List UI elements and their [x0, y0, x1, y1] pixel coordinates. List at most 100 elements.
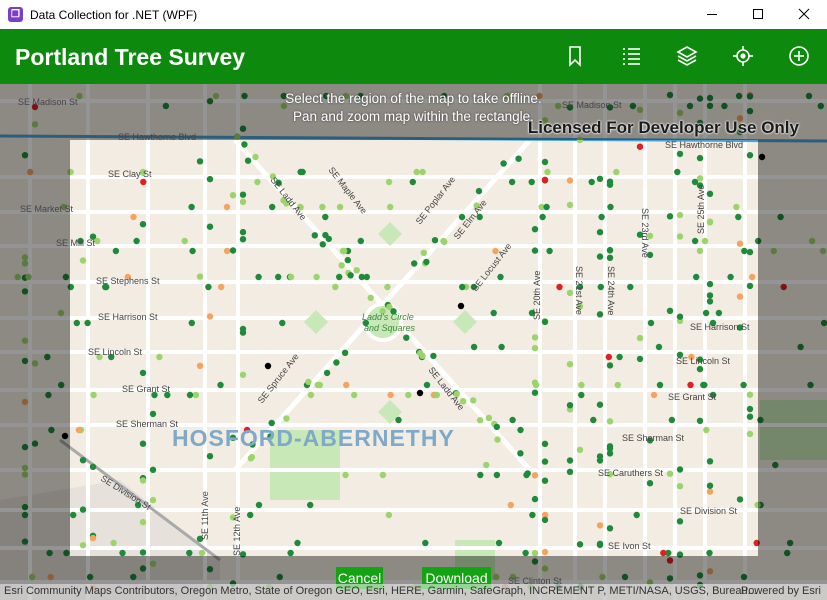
- tree-point[interactable]: [706, 280, 714, 288]
- tree-point[interactable]: [430, 352, 437, 360]
- tree-point[interactable]: [357, 237, 364, 245]
- tree-point[interactable]: [405, 391, 412, 399]
- tree-point[interactable]: [196, 273, 204, 280]
- tree-point[interactable]: [596, 540, 604, 547]
- tree-point[interactable]: [676, 466, 684, 473]
- tree-point[interactable]: [332, 283, 339, 291]
- tree-point[interactable]: [477, 471, 484, 479]
- map-canvas[interactable]: SE Madison St SE Madison St SE Hawthorne…: [0, 84, 827, 600]
- tree-point[interactable]: [255, 501, 263, 509]
- tree-point[interactable]: [379, 471, 387, 479]
- tree-point[interactable]: [247, 455, 254, 462]
- tree-point[interactable]: [79, 542, 87, 549]
- tree-point[interactable]: [736, 496, 744, 503]
- tree-point[interactable]: [90, 391, 97, 399]
- tree-point[interactable]: [495, 539, 503, 547]
- tree-point[interactable]: [522, 549, 529, 557]
- tree-point[interactable]: [666, 470, 674, 477]
- tree-point[interactable]: [588, 178, 595, 186]
- tree-point[interactable]: [746, 248, 754, 256]
- tree-point[interactable]: [596, 175, 604, 182]
- tree-point[interactable]: [605, 353, 612, 361]
- tree-point[interactable]: [509, 416, 516, 424]
- tree-point[interactable]: [363, 273, 370, 281]
- tree-point[interactable]: [746, 413, 754, 420]
- tree-point[interactable]: [500, 160, 507, 167]
- tree-point[interactable]: [403, 334, 410, 341]
- tree-point[interactable]: [627, 283, 634, 291]
- tree-point[interactable]: [636, 355, 644, 363]
- tree-point[interactable]: [676, 518, 684, 525]
- tree-point[interactable]: [749, 273, 756, 281]
- tree-point[interactable]: [647, 319, 655, 327]
- tree-point[interactable]: [674, 168, 681, 176]
- tree-point[interactable]: [206, 313, 214, 320]
- tree-point[interactable]: [706, 298, 714, 305]
- tree-point[interactable]: [387, 203, 394, 211]
- tree-point[interactable]: [541, 158, 549, 166]
- tree-point[interactable]: [691, 178, 699, 186]
- tree-point[interactable]: [347, 272, 354, 279]
- tree-point[interactable]: [420, 249, 427, 256]
- add-button[interactable]: [784, 41, 814, 71]
- tree-point[interactable]: [541, 458, 549, 465]
- tree-point[interactable]: [416, 389, 424, 397]
- tree-point[interactable]: [706, 190, 714, 197]
- tree-point[interactable]: [544, 168, 551, 176]
- tree-point[interactable]: [73, 319, 81, 327]
- tree-point[interactable]: [515, 155, 522, 162]
- tree-point[interactable]: [149, 466, 157, 473]
- tree-point[interactable]: [247, 511, 254, 519]
- tree-point[interactable]: [715, 309, 723, 317]
- tree-point[interactable]: [596, 253, 604, 260]
- tree-point[interactable]: [606, 254, 614, 261]
- tree-point[interactable]: [746, 405, 754, 413]
- tree-point[interactable]: [139, 518, 147, 526]
- tree-point[interactable]: [206, 175, 214, 183]
- tree-point[interactable]: [566, 361, 574, 368]
- tree-point[interactable]: [696, 417, 704, 424]
- tree-point[interactable]: [188, 203, 195, 211]
- tree-point[interactable]: [596, 522, 604, 529]
- tree-point[interactable]: [539, 213, 546, 221]
- tree-point[interactable]: [139, 369, 147, 377]
- tree-point[interactable]: [614, 381, 621, 389]
- tree-point[interactable]: [385, 511, 393, 519]
- tree-point[interactable]: [239, 228, 247, 236]
- tree-point[interactable]: [431, 237, 439, 244]
- tree-point[interactable]: [239, 371, 247, 378]
- tree-point[interactable]: [196, 158, 204, 165]
- tree-point[interactable]: [351, 391, 358, 399]
- tree-point[interactable]: [139, 440, 147, 447]
- tree-point[interactable]: [188, 319, 195, 327]
- tree-point[interactable]: [606, 178, 614, 185]
- tree-point[interactable]: [650, 391, 658, 399]
- tree-point[interactable]: [497, 273, 504, 281]
- tree-point[interactable]: [706, 458, 714, 465]
- tree-point[interactable]: [252, 153, 259, 161]
- tree-point[interactable]: [541, 477, 549, 484]
- tree-point[interactable]: [597, 283, 604, 291]
- tree-point[interactable]: [217, 381, 224, 389]
- tree-point[interactable]: [528, 178, 535, 186]
- tree-point[interactable]: [319, 203, 326, 211]
- tree-point[interactable]: [676, 211, 684, 219]
- tree-point[interactable]: [668, 416, 676, 424]
- tree-point[interactable]: [189, 247, 196, 255]
- tree-point[interactable]: [606, 443, 614, 450]
- tree-point[interactable]: [740, 381, 747, 389]
- tree-point[interactable]: [470, 397, 477, 404]
- tree-point[interactable]: [498, 343, 505, 351]
- maximize-button[interactable]: [735, 0, 781, 29]
- tree-point[interactable]: [79, 506, 87, 513]
- tree-point[interactable]: [556, 283, 563, 291]
- tree-point[interactable]: [459, 283, 466, 291]
- tree-point[interactable]: [313, 273, 320, 281]
- tree-point[interactable]: [186, 391, 194, 399]
- tree-point[interactable]: [706, 549, 713, 557]
- tree-point[interactable]: [676, 150, 684, 158]
- tree-point[interactable]: [423, 258, 430, 266]
- tree-point[interactable]: [110, 539, 117, 547]
- tree-point[interactable]: [223, 247, 231, 255]
- tree-point[interactable]: [79, 257, 87, 264]
